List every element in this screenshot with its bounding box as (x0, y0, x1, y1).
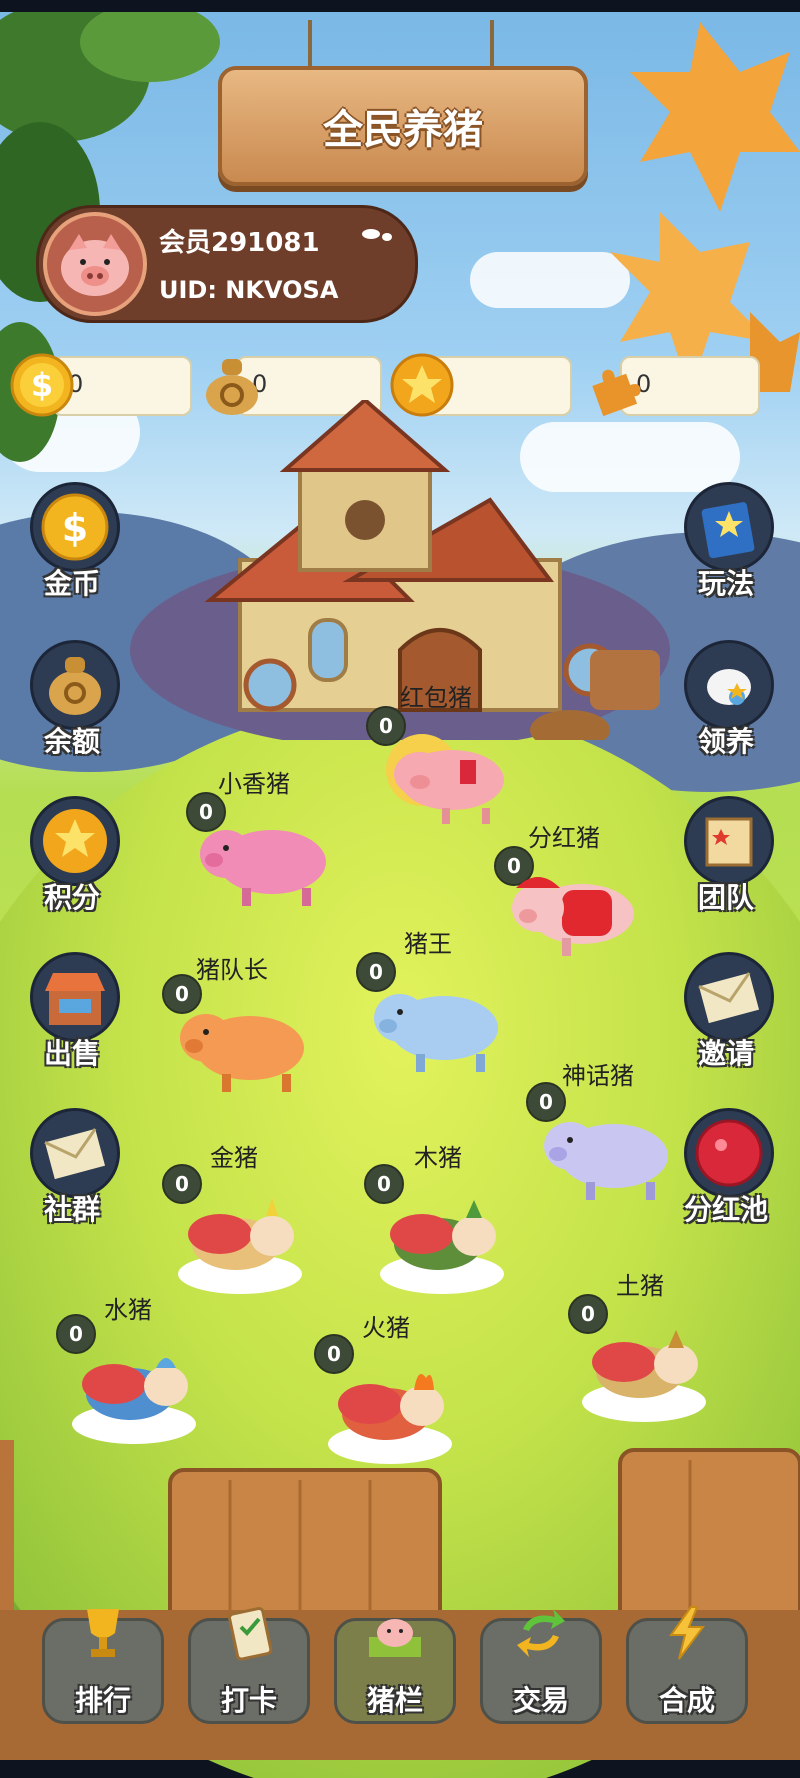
shop-stall-icon (30, 952, 120, 1042)
pig-name: 水猪 (104, 1296, 152, 1324)
pig-name: 小香猪 (218, 770, 290, 798)
water-pig[interactable] (70, 1328, 200, 1448)
nav-label: 排行 (74, 1684, 131, 1717)
side-button-adopt[interactable]: 领养 (666, 640, 786, 770)
side-button-label: 出售 (43, 1037, 100, 1070)
game-title: 全民养猪 (323, 107, 483, 153)
member-name: 会员291081 (159, 228, 320, 258)
svg-text:$: $ (62, 506, 88, 550)
pig-name: 木猪 (414, 1144, 462, 1172)
pig-name: 金猪 (210, 1144, 258, 1172)
captain-pig[interactable] (170, 996, 310, 1096)
side-button-points[interactable]: 积分 (12, 796, 132, 926)
side-button-label: 余额 (43, 725, 100, 758)
pigsty-icon (369, 1619, 421, 1657)
title-board: 全民养猪 (218, 66, 588, 186)
side-button-dividend-pool[interactable]: 分红池 (666, 1108, 786, 1238)
pig-name: 土猪 (616, 1272, 664, 1300)
side-button-coins[interactable]: $ 金币 (12, 482, 132, 612)
pig-name: 分红猪 (528, 824, 600, 852)
nav-synthesize[interactable]: 合成 (626, 1606, 748, 1724)
money-bag-button-icon (30, 640, 120, 730)
gold-pig[interactable] (176, 1178, 306, 1298)
member-card[interactable]: 会员291081 UID: NKVOSA (36, 205, 418, 323)
myth-pig[interactable] (534, 1104, 674, 1204)
side-button-invite[interactable]: 邀请 (666, 952, 786, 1082)
side-button-balance[interactable]: 余额 (12, 640, 132, 770)
star-coin-button-icon (30, 796, 120, 886)
pig-name: 猪王 (404, 930, 452, 958)
side-button-team[interactable]: 团队 (666, 796, 786, 926)
pig-avatar (43, 212, 147, 316)
side-button-label: 玩法 (697, 567, 754, 600)
side-button-label: 积分 (43, 881, 100, 914)
coin-button-icon: $ (30, 482, 120, 572)
pig-name: 红包猪 (400, 684, 472, 712)
pig-name: 猪队长 (196, 956, 268, 984)
pig-name: 火猪 (362, 1314, 410, 1342)
king-pig[interactable] (364, 976, 504, 1076)
svg-text:$: $ (31, 366, 53, 404)
red-packet-pig[interactable] (372, 730, 512, 830)
side-button-sell[interactable]: 出售 (12, 952, 132, 1082)
clipboard-icon (228, 1606, 273, 1661)
side-button-how-to-play[interactable]: 玩法 (666, 482, 786, 612)
side-button-label: 社群 (43, 1193, 100, 1226)
lightning-icon (669, 1606, 705, 1660)
nav-label: 交易 (512, 1684, 569, 1717)
wood-pig[interactable] (378, 1178, 508, 1298)
trophy-icon (87, 1609, 119, 1657)
member-uid: UID: NKVOSA (159, 276, 339, 304)
exchange-arrows-icon (517, 1609, 565, 1657)
side-button-label: 分红池 (683, 1193, 768, 1226)
envelope-icon (30, 1108, 120, 1198)
nav-check-in[interactable]: 打卡 (188, 1606, 310, 1724)
side-button-label: 邀请 (697, 1037, 754, 1070)
nav-pigsty[interactable]: 猪栏 (334, 1618, 456, 1724)
side-button-label: 金币 (43, 567, 100, 600)
glove-icon (684, 640, 774, 730)
game-screen: { "title": "全民养猪", "member": {"name": "会… (0, 0, 800, 1778)
side-button-label: 团队 (697, 881, 754, 914)
dividend-pig[interactable] (502, 862, 642, 962)
book-icon (684, 482, 774, 572)
nav-label: 合成 (658, 1684, 715, 1717)
pig-name: 神话猪 (562, 1062, 634, 1090)
side-button-label: 领养 (697, 725, 754, 758)
nav-trade[interactable]: 交易 (480, 1609, 602, 1724)
side-button-community[interactable]: 社群 (12, 1108, 132, 1238)
earth-pig[interactable] (580, 1306, 710, 1426)
envelope-icon (684, 952, 774, 1042)
edit-icon[interactable] (361, 226, 393, 242)
nav-label: 猪栏 (366, 1684, 423, 1717)
scroll-icon (684, 796, 774, 886)
small-fragrant-pig[interactable] (192, 812, 332, 912)
nav-ranking[interactable]: 排行 (42, 1609, 164, 1724)
red-orb-icon (684, 1108, 774, 1198)
nav-label: 打卡 (220, 1684, 277, 1717)
coin-icon: $ (10, 353, 74, 417)
